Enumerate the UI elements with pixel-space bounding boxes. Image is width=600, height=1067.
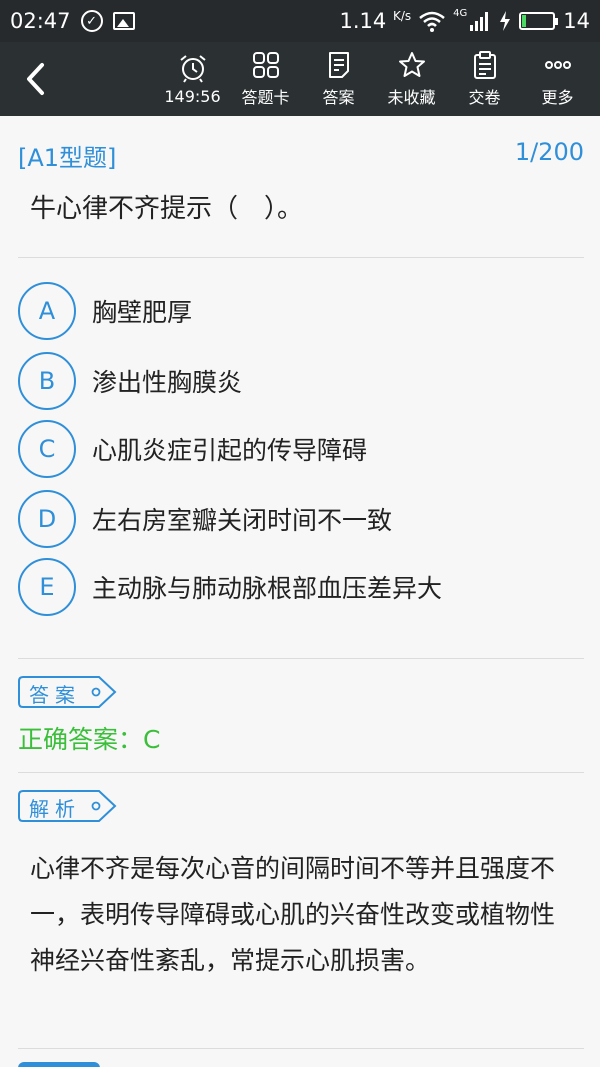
show-answer-label: 答案	[322, 88, 355, 107]
grid-icon	[252, 52, 279, 78]
show-answer-button[interactable]: 答案	[302, 42, 375, 116]
submit-button[interactable]: 交卷	[448, 42, 521, 116]
option-text: 主动脉与肺动脉根部血压差异大	[92, 574, 443, 603]
answer-sheet-label: 答题卡	[241, 88, 290, 107]
analysis-tag-label: 解析	[29, 797, 81, 821]
battery-level-fill	[522, 15, 527, 27]
option-letter: E	[18, 558, 76, 616]
divider	[18, 772, 584, 773]
option-text: 胸壁肥厚	[92, 298, 193, 327]
signal-icon	[470, 12, 489, 31]
back-arrow-icon	[27, 63, 44, 95]
image-icon	[112, 12, 135, 30]
more-label: 更多	[541, 88, 574, 107]
timer-button[interactable]: 149:56	[156, 42, 229, 116]
charging-icon	[500, 11, 511, 31]
star-icon	[398, 52, 425, 77]
option-letter: B	[18, 352, 76, 410]
question-content: [A1型题] 1/200 牛心律不齐提示（ ）。 A 胸壁肥厚 B 渗出性胸膜炎…	[0, 116, 600, 1067]
question-type: [A1型题]	[18, 144, 117, 172]
answer-tag: 答案	[17, 676, 117, 708]
option-letter: A	[18, 282, 76, 340]
check-circle-icon: ✓	[80, 10, 103, 32]
question-header: [A1型题] 1/200	[18, 138, 584, 173]
correct-answer: 正确答案：C	[18, 725, 161, 754]
more-dots-icon	[544, 61, 571, 69]
status-time: 02:47	[10, 9, 71, 33]
wifi-icon	[419, 11, 445, 32]
answer-tag-label: 答案	[29, 683, 81, 707]
document-icon	[328, 52, 349, 78]
option-letter: C	[18, 420, 76, 478]
back-button[interactable]	[0, 42, 72, 116]
divider	[18, 257, 584, 258]
option-b[interactable]: B 渗出性胸膜炎	[18, 352, 242, 410]
analysis-tag: 解析	[17, 790, 117, 822]
option-text: 心肌炎症引起的传导障碍	[92, 436, 368, 465]
option-c[interactable]: C 心肌炎症引起的传导障碍	[18, 420, 367, 478]
network-type: 4G	[453, 7, 468, 19]
option-a[interactable]: A 胸壁肥厚	[18, 282, 192, 340]
option-d[interactable]: D 左右房室瓣关闭时间不一致	[18, 490, 392, 548]
alarm-clock-icon	[179, 54, 206, 83]
divider	[18, 658, 584, 659]
clipboard-icon	[473, 51, 496, 79]
timer-label: 149:56	[164, 86, 221, 106]
divider	[18, 1048, 584, 1049]
next-section-tag	[18, 1062, 100, 1067]
option-text: 左右房室瓣关闭时间不一致	[92, 506, 393, 535]
favorite-label: 未收藏	[387, 88, 436, 107]
option-e[interactable]: E 主动脉与肺动脉根部血压差异大	[18, 558, 442, 616]
status-bar: 02:47 ✓ 1.14 K/s 4G 14	[0, 0, 600, 42]
battery-level: 14	[563, 9, 590, 33]
question-progress: 1/200	[514, 138, 584, 166]
top-toolbar: 149:56 答题卡 答案 未收藏 交卷 更多	[0, 42, 600, 116]
option-text: 渗出性胸膜炎	[92, 368, 243, 397]
net-speed: 1.14 K/s	[339, 9, 412, 33]
question-text: 牛心律不齐提示（ ）。	[30, 194, 304, 224]
analysis-text: 心律不齐是每次心音的间隔时间不等并且强度不一，表明传导障碍或心肌的兴奋性改变或植…	[30, 854, 556, 975]
battery-icon	[519, 12, 559, 30]
option-letter: D	[18, 490, 76, 548]
favorite-button[interactable]: 未收藏	[375, 42, 448, 116]
submit-label: 交卷	[468, 88, 501, 107]
more-button[interactable]: 更多	[521, 42, 594, 116]
answer-sheet-button[interactable]: 答题卡	[229, 42, 302, 116]
